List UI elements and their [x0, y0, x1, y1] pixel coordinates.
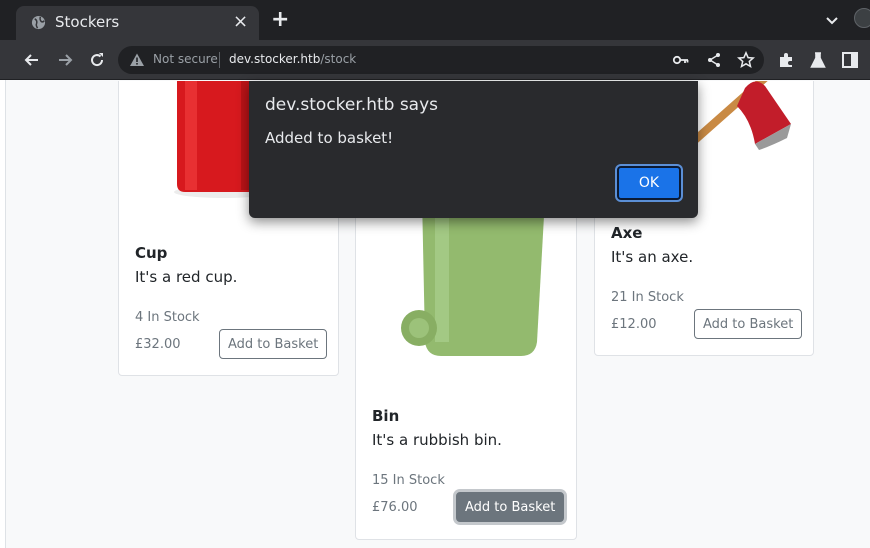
security-label[interactable]: Not secure: [153, 52, 218, 66]
reload-icon[interactable]: [87, 50, 107, 70]
product-description: It's a rubbish bin.: [372, 431, 502, 449]
product-description: It's an axe.: [611, 248, 694, 266]
add-to-basket-button[interactable]: Add to Basket: [456, 492, 565, 522]
tab-strip: Stockers × +: [0, 0, 870, 40]
dialog-title: dev.stocker.htb says: [265, 95, 439, 115]
product-description: It's a red cup.: [135, 268, 238, 286]
puzzle-icon[interactable]: [777, 51, 795, 69]
sidepanel-icon[interactable]: [841, 51, 859, 69]
url-host: dev.stocker.htb: [229, 52, 321, 66]
globe-icon: [31, 15, 46, 30]
profile-avatar[interactable]: [854, 8, 870, 28]
tab-title: Stockers: [55, 13, 120, 31]
back-icon[interactable]: [22, 50, 42, 70]
product-price: £12.00: [611, 317, 657, 332]
url-path: /stock: [320, 52, 357, 66]
product-name: Cup: [135, 244, 168, 262]
chevron-down-icon[interactable]: [822, 10, 842, 30]
plus-icon[interactable]: +: [271, 9, 289, 31]
ok-button[interactable]: OK: [617, 166, 681, 200]
product-price: £32.00: [135, 337, 181, 352]
add-to-basket-button[interactable]: Add to Basket: [219, 329, 328, 359]
browser-toolbar: Not secure dev.stocker.htb/stock: [0, 40, 870, 80]
warning-icon[interactable]: [129, 52, 145, 68]
url-text[interactable]: dev.stocker.htb/stock: [229, 52, 356, 66]
key-icon[interactable]: [672, 51, 690, 69]
product-name: Bin: [372, 407, 400, 425]
tab-stockers[interactable]: Stockers ×: [16, 6, 259, 40]
address-bar[interactable]: Not secure dev.stocker.htb/stock: [118, 46, 764, 74]
add-to-basket-button[interactable]: Add to Basket: [694, 309, 803, 339]
share-icon[interactable]: [705, 51, 723, 69]
product-stock: 15 In Stock: [372, 473, 445, 488]
flask-icon[interactable]: [809, 51, 827, 69]
product-stock: 21 In Stock: [611, 290, 684, 305]
dialog-message: Added to basket!: [265, 129, 394, 147]
close-icon[interactable]: ×: [233, 12, 248, 32]
alert-dialog: dev.stocker.htb says Added to basket! OK: [249, 81, 698, 218]
product-price: £76.00: [372, 500, 418, 515]
forward-icon[interactable]: [55, 50, 75, 70]
product-name: Axe: [611, 224, 643, 242]
product-stock: 4 In Stock: [135, 310, 200, 325]
omnibox-divider: [219, 52, 220, 68]
star-icon[interactable]: [737, 51, 755, 69]
